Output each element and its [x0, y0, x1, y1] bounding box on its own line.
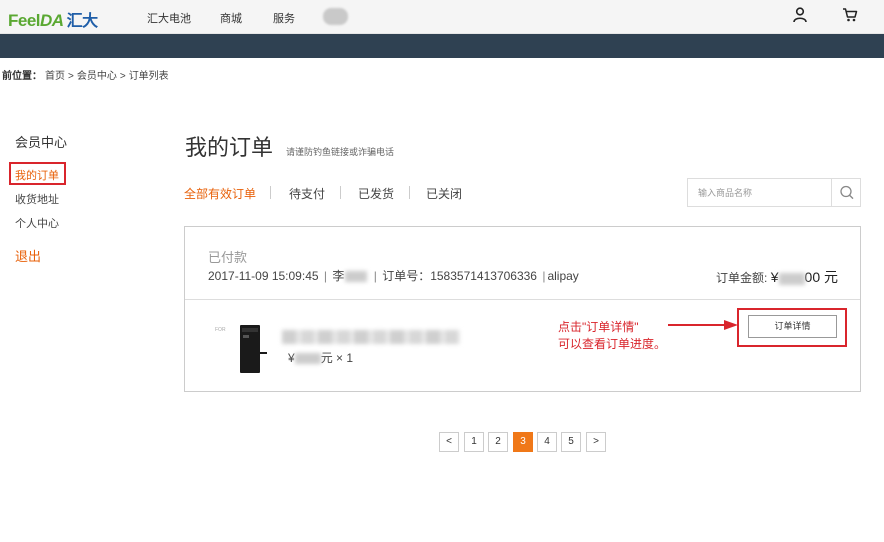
- annotation-arrow-icon: [668, 320, 738, 330]
- tab-pending-payment[interactable]: 待支付: [289, 185, 325, 202]
- meta-separator: |: [323, 269, 328, 283]
- order-buyer: 李: [332, 269, 345, 283]
- order-number: 1583571413706336: [430, 269, 537, 283]
- page-subtitle: 请谨防钓鱼链接或诈骗电话: [286, 147, 395, 157]
- top-navbar: FeelDA 汇大 汇大电池 商城 服务: [0, 0, 884, 34]
- pagination-prev[interactable]: <: [439, 432, 459, 452]
- breadcrumb-separator: >: [119, 71, 126, 82]
- tab-all-orders[interactable]: 全部有效订单: [184, 185, 256, 202]
- price-quantity: 元 × 1: [320, 351, 354, 365]
- header-banner: [0, 34, 884, 58]
- pagination-next[interactable]: >: [586, 432, 606, 452]
- logo-text-feel: Feel: [8, 11, 41, 30]
- order-datetime: 2017-11-09 15:09:45: [208, 269, 319, 283]
- price-currency: ¥: [288, 351, 295, 365]
- product-thumbnail[interactable]: FOR: [213, 323, 269, 377]
- order-amount: 订单金额: ¥00 元: [716, 267, 838, 287]
- breadcrumb-order-list: 订单列表: [128, 71, 169, 82]
- annotation-text: 点击"订单详情" 可以查看订单进度。: [558, 319, 666, 353]
- logout-link[interactable]: 退出: [15, 246, 41, 265]
- amount-value-suffix: 00 元: [804, 269, 838, 285]
- sidebar-title: 会员中心: [15, 135, 68, 150]
- pagination-page-5[interactable]: 5: [561, 432, 581, 452]
- order-payment-method: alipay: [547, 269, 579, 283]
- annotation-line-2: 可以查看订单进度。: [558, 337, 667, 351]
- tab-divider: [409, 186, 410, 199]
- cart-icon[interactable]: [842, 7, 858, 23]
- sidebar-item-profile[interactable]: 个人中心: [15, 215, 59, 231]
- page-title: 我的订单: [185, 135, 274, 160]
- blurred-amount: [778, 272, 805, 285]
- nav-item-battery[interactable]: 汇大电池: [147, 10, 191, 26]
- svg-text:FOR: FOR: [215, 327, 226, 333]
- tab-shipped[interactable]: 已发货: [358, 185, 394, 202]
- pagination-page-3-active[interactable]: 3: [513, 432, 533, 452]
- order-header: 已付款 2017-11-09 15:09:45 | 李 | 订单号：158357…: [185, 227, 860, 300]
- pagination-page-4[interactable]: 4: [537, 432, 557, 452]
- search-button[interactable]: [831, 179, 861, 206]
- tab-divider: [270, 186, 271, 199]
- nav-item-service[interactable]: 服务: [273, 10, 295, 26]
- blurred-nav-item: [323, 8, 348, 25]
- blurred-product-name: [282, 330, 460, 344]
- blurred-price: [294, 353, 321, 365]
- user-icon[interactable]: [793, 7, 807, 23]
- sidebar-item-address[interactable]: 收货地址: [15, 191, 59, 207]
- blurred-buyer-name: [345, 271, 368, 283]
- amount-currency: ¥: [770, 269, 779, 285]
- order-status: 已付款: [208, 250, 248, 265]
- breadcrumb-member-center[interactable]: 会员中心: [77, 71, 117, 82]
- tab-closed[interactable]: 已关闭: [426, 185, 462, 202]
- logo-text-da: DA: [40, 11, 64, 30]
- logo[interactable]: FeelDA 汇大: [8, 7, 98, 31]
- pagination-page-2[interactable]: 2: [488, 432, 508, 452]
- sidebar-item-my-orders[interactable]: 我的订单: [15, 167, 59, 183]
- highlight-box-detail-button: [737, 308, 847, 347]
- meta-separator: |: [373, 269, 377, 283]
- breadcrumb: 前位置： 首页 > 会员中心 > 订单列表: [2, 67, 172, 82]
- tab-divider: [340, 186, 341, 199]
- search-icon: [840, 185, 854, 200]
- breadcrumb-prefix: 前位置：: [2, 71, 42, 82]
- pagination-page-1[interactable]: 1: [464, 432, 484, 452]
- breadcrumb-home[interactable]: 首页: [45, 71, 65, 82]
- amount-label: 订单金额:: [716, 271, 768, 285]
- product-price: ¥ 元 × 1: [288, 349, 353, 366]
- nav-item-mall[interactable]: 商城: [220, 10, 242, 26]
- search-input[interactable]: [688, 179, 831, 206]
- logo-text-cn: 汇大: [66, 13, 99, 30]
- order-meta: 2017-11-09 15:09:45 | 李 | 订单号：1583571413…: [208, 267, 579, 284]
- search-box: [687, 178, 861, 207]
- meta-separator: |: [542, 269, 546, 283]
- annotation-line-1: 点击"订单详情": [558, 320, 639, 334]
- order-no-label: 订单号：: [382, 269, 431, 283]
- breadcrumb-separator: >: [68, 71, 74, 82]
